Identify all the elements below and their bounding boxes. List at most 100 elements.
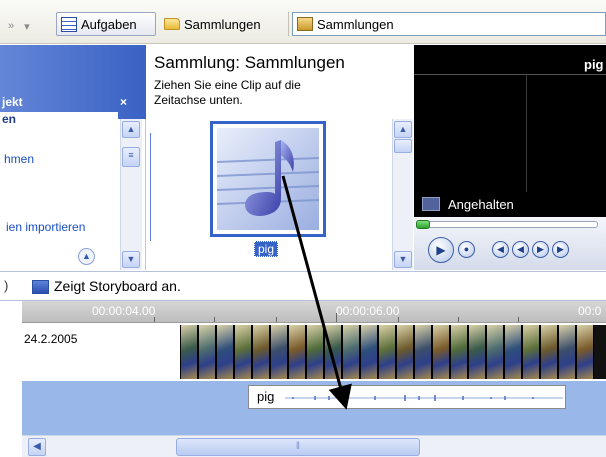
- audio-track[interactable]: pig: [22, 381, 606, 435]
- tasks-button[interactable]: Aufgaben: [56, 12, 156, 36]
- collection-hint: Ziehen Sie eine Clip auf die Zeitachse u…: [154, 78, 301, 107]
- task-list-icon: [61, 16, 77, 32]
- back-glyph: »: [8, 20, 15, 32]
- video-frame: [342, 325, 360, 379]
- seek-bar[interactable]: [418, 221, 598, 228]
- video-frame: [432, 325, 450, 379]
- collection-icon: [297, 17, 313, 31]
- pane-divider: [150, 133, 151, 241]
- video-frame: [216, 325, 234, 379]
- previous-frame-button[interactable]: ◀: [512, 241, 529, 258]
- video-frame: [576, 325, 594, 379]
- playback-status-text: Angehalten: [448, 196, 514, 212]
- task-pane-scrollbar[interactable]: ▲ ≡ ▼: [120, 119, 142, 270]
- task-pane-header: jekt ×: [0, 45, 146, 119]
- playback-status: Angehalten: [414, 191, 606, 217]
- task-panel-subtitle: en: [2, 112, 17, 126]
- video-frame: [306, 325, 324, 379]
- video-frame: [468, 325, 486, 379]
- ruler-tick: [336, 313, 337, 322]
- video-frame: [558, 325, 576, 379]
- task-pane-title: jekt: [2, 95, 23, 109]
- task-panel: en hmen ien importieren ▲: [0, 112, 118, 270]
- monitor-title: pig: [584, 57, 604, 72]
- collections-button[interactable]: Sammlungen: [160, 12, 280, 36]
- go-to-start-button[interactable]: ◀: [492, 241, 509, 258]
- clip-thumbnail[interactable]: [210, 121, 326, 237]
- collection-combo[interactable]: Sammlungen: [292, 12, 606, 36]
- video-frame: [450, 325, 468, 379]
- audio-clip[interactable]: pig: [248, 385, 566, 409]
- scroll-up-icon[interactable]: ▲: [394, 121, 412, 138]
- storyboard-toggle[interactable]: Zeigt Storyboard an.: [54, 278, 181, 294]
- video-clip-date: 24.2.2005: [24, 332, 78, 346]
- ruler-tick: [214, 317, 215, 322]
- playback-controls: ▶ ● ◀ ◀ ▶ ▶: [414, 217, 606, 270]
- video-frame: [522, 325, 540, 379]
- ruler-tick: [398, 317, 399, 322]
- audio-clip-name: pig: [257, 389, 275, 404]
- collection-pane: Sammlung: Sammlungen Ziehen Sie eine Cli…: [148, 45, 413, 270]
- ruler-tick: [276, 317, 277, 322]
- task-link-capture[interactable]: hmen: [4, 152, 34, 166]
- video-frame: [198, 325, 216, 379]
- collections-label: Sammlungen: [184, 16, 261, 32]
- ruler-tick: [458, 317, 459, 322]
- back-button[interactable]: » ▾: [4, 14, 34, 38]
- video-frame: [378, 325, 396, 379]
- scroll-down-icon[interactable]: ▼: [122, 251, 140, 268]
- video-frames[interactable]: [180, 325, 606, 379]
- collection-combo-value: Sammlungen: [317, 16, 394, 32]
- storyboard-bar: ) Zeigt Storyboard an.: [0, 271, 606, 301]
- scroll-up-icon[interactable]: ▲: [122, 121, 140, 138]
- stop-icon: ●: [463, 244, 470, 254]
- collection-scrollbar[interactable]: ▲ ▼: [392, 119, 413, 270]
- timeline-scrollbar[interactable]: ◀ ‖: [22, 435, 606, 457]
- scroll-thumb[interactable]: ‖: [176, 438, 420, 456]
- ruler-label: 00:0: [578, 304, 602, 318]
- scroll-thumb[interactable]: [394, 139, 412, 153]
- ruler-label: 00:00:06.00: [336, 304, 400, 318]
- storyboard-icon[interactable]: [32, 280, 49, 294]
- skip-back-icon: ◀: [497, 244, 504, 254]
- ruler-label: 00:00:04.00: [92, 304, 156, 318]
- seek-thumb[interactable]: [416, 220, 430, 229]
- video-frame: [360, 325, 378, 379]
- waveform: [285, 395, 563, 401]
- scroll-left-icon[interactable]: ◀: [28, 438, 46, 456]
- stop-button[interactable]: ●: [458, 241, 475, 258]
- next-frame-button[interactable]: ▶: [532, 241, 549, 258]
- toolbar: » ▾ Aufgaben Sammlungen Sammlungen: [0, 0, 606, 44]
- video-frame: [234, 325, 252, 379]
- clip-label[interactable]: pig: [254, 241, 279, 257]
- go-to-end-button[interactable]: ▶: [552, 241, 569, 258]
- timeline-gutter: [0, 301, 22, 457]
- dropdown-arrow-icon: ▾: [24, 20, 30, 33]
- video-frame: [252, 325, 270, 379]
- preview-screen: [414, 74, 606, 192]
- storyboard-bar-edge: ): [4, 278, 9, 293]
- monitor-icon: [422, 197, 440, 211]
- rewind-icon: ◀: [517, 244, 524, 254]
- video-frame: [288, 325, 306, 379]
- folder-icon: [164, 18, 180, 30]
- video-frame: [180, 325, 198, 379]
- task-pane: jekt × en hmen ien importieren ▲ ▲ ≡ ▼: [0, 45, 146, 270]
- play-button[interactable]: ▶: [428, 237, 454, 263]
- timeline-ruler[interactable]: 00:00:04.00 00:00:06.00 00:0: [22, 301, 606, 323]
- video-frame: [540, 325, 558, 379]
- preview-monitor: pig Angehalten ▶ ● ◀ ◀ ▶ ▶: [414, 45, 606, 270]
- close-icon[interactable]: ×: [120, 95, 127, 109]
- ruler-tick: [518, 317, 519, 322]
- skip-forward-icon: ▶: [557, 244, 564, 254]
- task-link-import[interactable]: ien importieren: [6, 220, 85, 234]
- scroll-thumb[interactable]: ≡: [122, 147, 140, 167]
- video-track[interactable]: 24.2.2005: [22, 323, 606, 381]
- video-frame: [486, 325, 504, 379]
- tasks-label: Aufgaben: [81, 16, 137, 32]
- forward-icon: ▶: [537, 244, 544, 254]
- play-icon: ▶: [436, 243, 446, 257]
- ruler-tick: [154, 317, 155, 322]
- scroll-down-icon[interactable]: ▼: [394, 251, 412, 268]
- collapse-up-icon[interactable]: ▲: [78, 248, 95, 265]
